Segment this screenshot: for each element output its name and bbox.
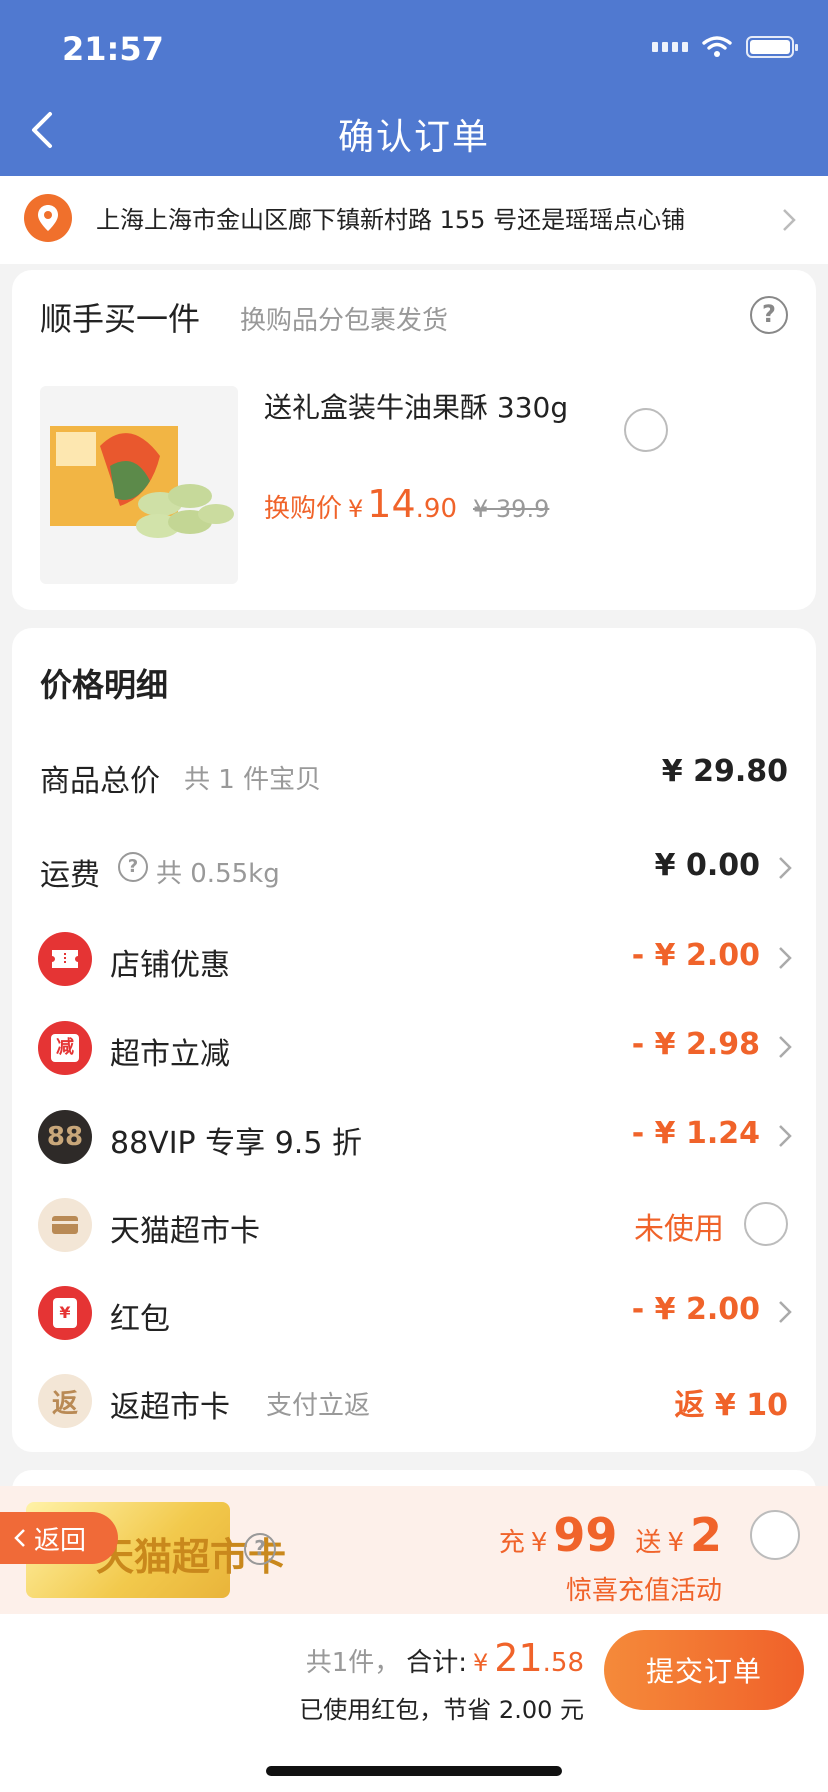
help-icon[interactable]: ? — [118, 852, 148, 882]
product-name: 送礼盒装牛油果酥 330g — [264, 391, 569, 424]
wifi-icon — [702, 36, 732, 57]
help-icon[interactable]: ? — [750, 296, 788, 334]
chevron-left-icon — [14, 1529, 25, 1547]
row-label: 红包 — [110, 1302, 170, 1337]
promo-offer: 充 ¥ 99 送 ¥ 2 — [499, 1508, 722, 1562]
return-label: 返回 — [34, 1525, 87, 1556]
row-red-envelope[interactable]: ¥ 红包 - ¥ 2.00 — [12, 1282, 816, 1342]
chevron-right-icon — [779, 1036, 792, 1058]
row-goods-total: 商品总价 共 1 件宝贝 ¥ 29.80 — [12, 744, 816, 804]
location-pin-icon — [24, 194, 72, 242]
chevron-right-icon — [783, 209, 796, 231]
item-count: 共1件， — [305, 1648, 401, 1678]
row-shipping[interactable]: 运费 ? 共 0.55kg ¥ 0.00 — [12, 838, 816, 898]
total-decimal: .58 — [542, 1648, 584, 1678]
row-88vip[interactable]: 88 88VIP 专享 9.5 折 - ¥ 1.24 — [12, 1106, 816, 1166]
row-store-discount[interactable]: 店铺优惠 - ¥ 2.00 — [12, 928, 816, 988]
red-envelope-icon: ¥ — [38, 1286, 92, 1340]
header: 21:57 确认订单 — [0, 0, 828, 176]
row-value: - ¥ 1.24 — [631, 1116, 760, 1151]
row-label: 返超市卡 — [110, 1390, 230, 1425]
row-return-card: 返 返超市卡 支付立返 返 ¥ 10 — [12, 1370, 816, 1430]
charge-label: 充 — [498, 1528, 525, 1558]
product-image[interactable] — [40, 386, 238, 584]
gift-label: 送 — [635, 1528, 662, 1558]
chevron-right-icon — [779, 857, 792, 879]
row-label: 88VIP 专享 9.5 折 — [110, 1126, 362, 1161]
section-title: 价格明细 — [40, 666, 169, 704]
status-time: 21:57 — [62, 30, 164, 68]
signal-icon — [652, 42, 688, 52]
promo-subtitle: 惊喜充值活动 — [565, 1576, 722, 1606]
row-sub: 共 0.55kg — [156, 859, 280, 889]
row-tmall-card[interactable]: 天猫超市卡 未使用 — [12, 1194, 816, 1254]
total-label: 合计: — [406, 1648, 467, 1678]
row-value: - ¥ 2.00 — [631, 1292, 760, 1327]
page-title: 确认订单 — [337, 117, 490, 158]
return-button[interactable]: 返回 — [0, 1512, 118, 1564]
price-label: 换购价 — [264, 494, 343, 524]
price-detail-card: 价格明细 商品总价 共 1 件宝贝 ¥ 29.80 运费 ? 共 0.55kg … — [12, 628, 816, 1452]
gift-amount: 2 — [689, 1508, 722, 1562]
row-value: ¥ 29.80 — [661, 754, 788, 789]
vip88-icon: 88 — [38, 1110, 92, 1164]
charge-currency: ¥ — [530, 1528, 548, 1558]
row-value: ¥ 0.00 — [654, 848, 760, 883]
address-bar[interactable]: 上海上海市金山区廊下镇新村路 155 号还是瑶瑶点心铺 — [0, 176, 828, 264]
row-value: - ¥ 2.98 — [631, 1027, 760, 1062]
total-integer: 21 — [494, 1636, 543, 1680]
return-icon: 返 — [38, 1374, 92, 1428]
discount-icon: 减 — [38, 1021, 92, 1075]
help-icon[interactable]: ? — [244, 1533, 276, 1565]
total-line: 共1件， 合计: ¥ 21 .58 — [306, 1636, 584, 1680]
row-label: 超市立减 — [110, 1037, 230, 1072]
home-indicator — [266, 1766, 562, 1776]
gift-currency: ¥ — [667, 1528, 684, 1558]
row-sub: 共 1 件宝贝 — [184, 765, 322, 795]
row-label: 天猫超市卡 — [110, 1214, 260, 1249]
row-supermarket-discount[interactable]: 减 超市立减 - ¥ 2.98 — [12, 1017, 816, 1077]
row-value: 未使用 — [634, 1212, 724, 1247]
original-price: ¥ 39.9 — [473, 495, 550, 523]
row-value: - ¥ 2.00 — [631, 938, 760, 973]
price-integer: 14 — [367, 482, 416, 526]
card-select-radio[interactable] — [744, 1202, 788, 1246]
price-currency: ¥ — [348, 495, 364, 523]
coupon-icon — [38, 932, 92, 986]
chevron-right-icon — [779, 947, 792, 969]
status-icons — [652, 36, 798, 58]
addon-subtitle: 换购品分包裹发货 — [240, 306, 449, 336]
total-currency: ¥ — [473, 1649, 489, 1677]
addon-card: 顺手买一件 换购品分包裹发货 ? 送礼盒装牛油果酥 330g 换购价 ¥ 14 … — [12, 270, 816, 610]
row-label: 商品总价 — [40, 764, 160, 799]
addon-select-radio[interactable] — [624, 408, 668, 452]
addon-title: 顺手买一件 — [40, 300, 201, 338]
submit-order-button[interactable]: 提交订单 — [604, 1630, 804, 1710]
recharge-select-radio[interactable] — [750, 1510, 800, 1560]
price-decimal: .90 — [415, 494, 458, 524]
card-icon — [38, 1198, 92, 1252]
addon-price: 换购价 ¥ 14 .90 ¥ 39.9 — [264, 482, 549, 526]
battery-icon — [746, 36, 798, 58]
row-sub: 支付立返 — [266, 1391, 371, 1421]
chevron-right-icon — [779, 1125, 792, 1147]
row-value: 返 ¥ 10 — [674, 1388, 788, 1423]
address-text: 上海上海市金山区廊下镇新村路 155 号还是瑶瑶点心铺 — [96, 206, 686, 234]
chevron-right-icon — [779, 1301, 792, 1323]
row-label: 店铺优惠 — [110, 948, 230, 983]
savings-text: 已使用红包，节省 2.00 元 — [299, 1696, 584, 1724]
charge-amount: 99 — [553, 1508, 618, 1562]
row-label: 运费 — [40, 858, 100, 893]
